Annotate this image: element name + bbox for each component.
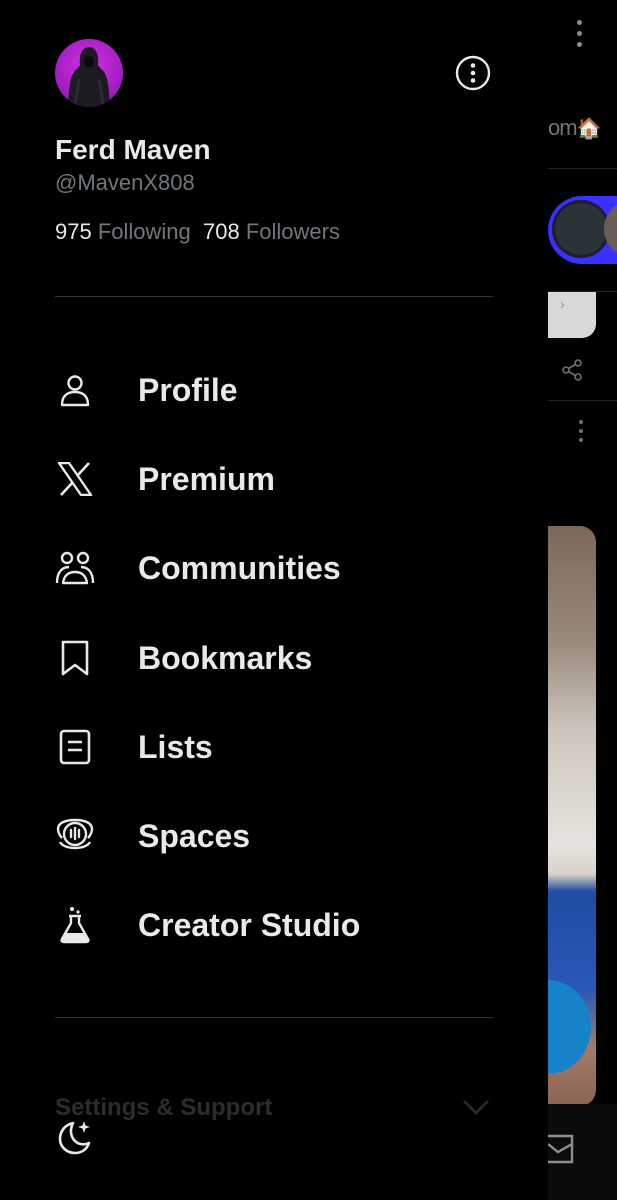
background-divider (548, 400, 617, 401)
bookmark-icon (55, 638, 95, 678)
avatar-figure-icon (68, 47, 110, 107)
background-divider (548, 168, 617, 169)
menu-item-bookmarks[interactable]: Bookmarks (55, 628, 493, 688)
menu-item-communities[interactable]: Communities (55, 538, 493, 598)
flask-icon (55, 905, 95, 945)
menu-item-lists[interactable]: Lists (55, 717, 493, 777)
menu-label: Communities (138, 549, 341, 586)
avatar[interactable] (55, 39, 123, 107)
menu-label: Spaces (138, 817, 251, 854)
share-icon[interactable] (560, 358, 584, 382)
menu-label: Premium (138, 460, 275, 497)
background-spaces-bar[interactable] (548, 196, 617, 264)
x-logo-icon (55, 459, 95, 499)
background-more-icon[interactable] (579, 420, 583, 447)
divider (55, 1017, 493, 1018)
divider (55, 296, 493, 297)
navigation-drawer: Ferd Maven @MavenX808 975 Following 708 … (0, 0, 548, 1200)
menu-item-premium[interactable]: Premium (55, 449, 493, 509)
following-count: 975 (55, 219, 92, 244)
menu-label: Bookmarks (138, 639, 313, 676)
follow-counts: 975 Following 708 Followers (55, 219, 340, 245)
menu-item-creator-studio[interactable]: Creator Studio (55, 895, 493, 955)
more-options-button[interactable] (455, 55, 491, 91)
menu-label: Profile (138, 371, 238, 408)
followers-count: 708 (203, 219, 240, 244)
communities-icon (55, 548, 95, 588)
following-link[interactable]: 975 Following (55, 219, 191, 244)
followers-link[interactable]: 708 Followers (203, 219, 340, 244)
theme-toggle-button[interactable] (55, 1117, 95, 1157)
following-label: Following (97, 219, 191, 244)
list-icon (55, 727, 95, 767)
background-header-text: om🏠 (548, 115, 601, 140)
chevron-down-icon[interactable] (462, 1098, 490, 1116)
moon-stars-icon (58, 1121, 91, 1155)
messages-icon[interactable] (548, 1132, 574, 1166)
background-card[interactable]: › (548, 292, 596, 338)
spaces-icon (55, 816, 95, 856)
profile-handle: @MavenX808 (55, 170, 195, 195)
menu-item-profile[interactable]: Profile (55, 360, 493, 420)
person-icon (55, 370, 95, 410)
profile-name[interactable]: Ferd Maven (55, 134, 211, 166)
more-circle-icon (455, 55, 491, 91)
followers-label: Followers (245, 219, 340, 244)
background-more-icon[interactable] (570, 20, 588, 60)
menu-label: Creator Studio (138, 906, 361, 943)
menu-label: Lists (138, 728, 213, 765)
menu-item-spaces[interactable]: Spaces (55, 806, 493, 866)
